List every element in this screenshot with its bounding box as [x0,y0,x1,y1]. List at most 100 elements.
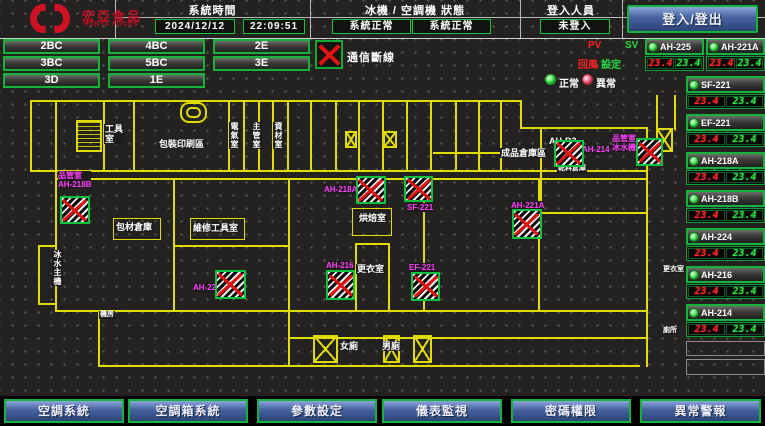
unit-pv-value: 23.4 [688,324,725,335]
equipment-icon-ah-224[interactable] [215,270,246,299]
room-label-item: 男廁 [381,341,401,351]
nav-button-item[interactable]: 儀表監視 [382,399,502,423]
wall [243,100,245,172]
wall [430,100,432,172]
nav-button-item[interactable]: 空調箱系統 [128,399,248,423]
zone-button-5bc[interactable]: 5BC [108,56,205,71]
unit-pv-value: 23.4 [688,96,725,107]
wall [310,100,312,172]
unit-status-led [689,194,699,204]
nav-button-item[interactable]: 參數設定 [257,399,377,423]
unit-sv-value: 23.4 [726,286,763,297]
unit-button-ah-221a[interactable]: AH-221A [706,38,765,55]
unit-button-ah-224[interactable]: AH-224 [686,228,765,245]
wall [358,100,360,172]
comm-offline-icon [315,40,343,69]
unit-empty-slot [686,341,765,356]
unit-name: SF-221 [701,80,731,90]
equipment-icon-ah-216[interactable] [326,270,355,300]
wall [538,178,540,312]
equipment-label-ah-218b: 品管室 AH-218B [58,171,91,189]
room-label-item: 烘焙室 [358,213,387,223]
equipment-icon-item[interactable] [636,138,663,166]
zone-button-3d[interactable]: 3D [3,73,100,88]
zone-button-1e[interactable]: 1E [108,73,205,88]
zone-button-4bc[interactable]: 4BC [108,39,205,54]
unit-empty-slot [686,359,765,375]
chiller-status-value: 系統正常 [332,19,411,34]
wall [55,178,648,180]
wall [288,337,648,339]
wall [455,100,457,172]
brand-logo-icon [30,4,76,33]
pv-subheader: 回風 [578,56,598,71]
room-label-item: 女廁 [339,341,359,351]
unit-name: EF-221 [701,118,731,128]
abnormal-led [582,74,593,85]
wall [355,243,390,245]
wall [355,243,357,312]
wall [674,95,676,130]
unit-status-led [689,156,699,166]
unit-sv-value: 23.4 [726,210,763,221]
unit-button-ah-218a[interactable]: AH-218A [686,152,765,169]
system-time-label: 系統時間 [115,2,310,18]
unit-sv-value: 23.4 [726,96,763,107]
equipment-icon-ah-218a[interactable] [356,176,386,204]
wall [38,245,40,305]
unit-values-ah-225: 23.423.4 [645,56,704,71]
zone-button-2bc[interactable]: 2BC [3,39,100,54]
system-date-value: 2024/12/12 [155,19,235,34]
unit-sv-value: 23.4 [726,172,763,183]
unit-name: AH-224 [701,232,732,242]
wall [500,100,502,172]
unit-sv-value: 23.4 [726,134,763,145]
equipment-icon-sf-221[interactable] [404,176,433,202]
unit-sv-value: 23.4 [675,58,702,69]
unit-button-sf-221[interactable]: SF-221 [686,76,765,93]
unit-status-led [689,232,699,242]
zone-button-3bc[interactable]: 3BC [3,56,100,71]
room-label-item: 包裝印刷區 [158,139,205,149]
equipment-icon-ef-221[interactable] [411,272,440,301]
wall [540,127,542,212]
nav-button-item[interactable]: 空調系統 [4,399,124,423]
unit-button-ah-216[interactable]: AH-216 [686,266,765,283]
login-logout-button[interactable]: 登入/登出 [627,5,758,33]
unit-button-ef-221[interactable]: EF-221 [686,114,765,131]
wall [133,100,135,172]
unit-pv-value: 23.4 [647,58,674,69]
equipment-icon-ah-214[interactable] [554,140,584,167]
room-label-item: 更衣室 [356,264,385,274]
room-label-item: 成品倉庫區 [500,148,547,158]
unit-button-ah-218b[interactable]: AH-218B [686,190,765,207]
zone-button-3e[interactable]: 3E [213,56,310,71]
unit-name: AH-225 [660,42,691,52]
equipment-icon-ah-218b[interactable] [60,196,90,224]
unit-button-ah-214[interactable]: AH-214 [686,304,765,321]
equipment-icon-ah-221a[interactable] [512,209,542,239]
sv-subheader: 設定 [601,56,621,71]
shaft-icon [413,335,432,363]
comm-offline-label: 通信斷線 [347,49,395,65]
unit-values-ah-224: 23.423.4 [686,246,765,261]
zone-button-2e[interactable]: 2E [213,39,310,54]
brand-subtitle: HUNYA FOODS [84,22,139,28]
unit-pv-value: 23.4 [688,172,725,183]
unit-status-led [689,80,699,90]
shaft-icon [383,131,397,148]
unit-values-ah-218b: 23.423.4 [686,208,765,223]
wall [540,212,648,214]
login-user-label: 登入人員 [520,2,622,18]
unit-values-sf-221: 23.423.4 [686,94,765,109]
equipment-label-ah-218a: AH-218A [324,185,357,194]
unit-values-ah-214: 23.423.4 [686,322,765,337]
wall [38,245,55,247]
unit-button-ah-225[interactable]: AH-225 [645,38,704,55]
nav-button-item[interactable]: 密碼權限 [511,399,631,423]
wall [30,170,57,172]
nav-button-item[interactable]: 異常警報 [640,399,761,423]
shaft-icon [345,131,357,148]
normal-label: 正常 [559,75,579,90]
room-label-item: 資材室 [273,122,284,149]
